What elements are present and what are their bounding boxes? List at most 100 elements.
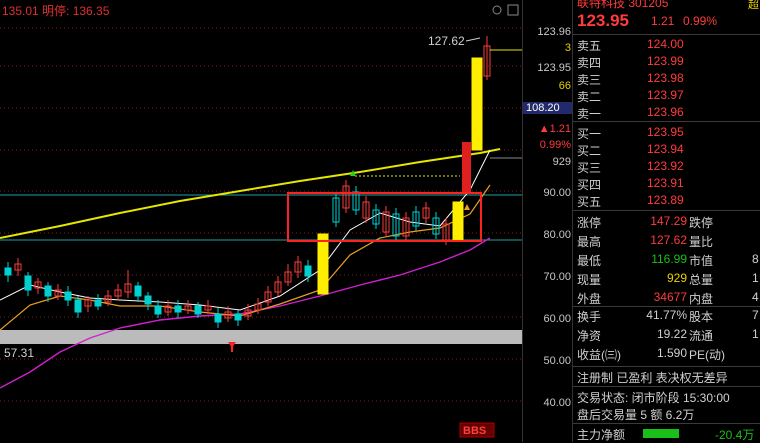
candle-body <box>74 299 82 313</box>
ask-price: 123.97 <box>647 88 684 102</box>
candle-body <box>154 305 162 315</box>
ask-row[interactable]: 卖三 123.98 <box>577 71 757 87</box>
bbs-badge: BBS <box>463 425 486 437</box>
bid-row[interactable]: 买五 123.89 <box>577 193 757 209</box>
limit-up-candle <box>471 57 483 151</box>
scale-chg: ▲1.21 <box>538 123 571 135</box>
bid-label: 买一 <box>577 127 602 141</box>
ask-price: 123.98 <box>647 71 684 85</box>
consolidation-box <box>287 192 482 242</box>
stat-value: 34677 <box>653 290 687 304</box>
scale-pct: 0.99% <box>539 139 571 151</box>
stat-row: 现量 929 总量 1 <box>577 271 760 289</box>
stat-label-2: 流通 <box>689 329 714 343</box>
candle-body <box>234 313 242 321</box>
ask-price: 123.96 <box>647 105 684 119</box>
top-info: 135.01 明停: 136.35 <box>2 4 110 18</box>
ask-price: 124.00 <box>647 37 684 51</box>
scale-tick-70: 70.00 <box>543 271 571 283</box>
bid-row[interactable]: 买三 123.92 <box>577 159 757 175</box>
scale-tick-90: 90.00 <box>543 187 571 199</box>
corner-label: 超 <box>748 0 759 11</box>
stat-value-2: 8 <box>752 252 759 266</box>
stat-row: 最高 127.62 量比 <box>577 233 760 251</box>
bid-label: 买二 <box>577 144 602 158</box>
scale-tick-80: 80.00 <box>543 229 571 241</box>
red-candle <box>462 142 471 194</box>
trade-status: 交易状态: 闭市阶段 15:30:00 <box>577 391 730 405</box>
stat-value-2: 1 <box>752 327 759 341</box>
stat-value: 116.99 <box>651 252 687 266</box>
scale-top-price: 123.96 <box>537 26 571 38</box>
bid-row[interactable]: 买一 123.95 <box>577 125 757 141</box>
ask-row[interactable]: 卖一 123.96 <box>577 105 757 121</box>
quote-panel: 联特科技 301205 超 123.95 1.21 0.99% 卖五 124.00… <box>572 0 760 442</box>
candle-body <box>134 285 142 297</box>
ask-label: 卖四 <box>577 56 602 70</box>
ask-label: 卖三 <box>577 73 602 87</box>
stat-row: 涨停 147.29 跌停 <box>577 214 760 232</box>
limit-up-candle <box>317 233 329 295</box>
price-scale: 123.96 3 123.95 66 108.20 ▲1.21 0.99% 92… <box>522 0 573 442</box>
bid-row[interactable]: 买四 123.91 <box>577 176 757 192</box>
stat-label-2: 量比 <box>689 235 714 249</box>
stat-value: 19.22 <box>656 327 687 341</box>
candle-body <box>24 275 32 291</box>
bid-price: 123.95 <box>647 125 684 139</box>
current-price: 123.95 <box>577 11 629 30</box>
ask-row[interactable]: 卖五 124.00 <box>577 37 757 53</box>
candle-body <box>144 295 152 305</box>
candle-body <box>194 305 202 315</box>
scale-123: 123.95 <box>537 62 571 74</box>
ask-row[interactable]: 卖二 123.97 <box>577 88 757 104</box>
stat-row: 最低 116.99 市值 8 <box>577 252 760 270</box>
bid-label: 买三 <box>577 161 602 175</box>
ask-row[interactable]: 卖四 123.99 <box>577 54 757 70</box>
stat-label-2: 市值 <box>689 254 714 268</box>
stat-label: 收益(㈢) <box>577 348 621 362</box>
scale-3: 3 <box>564 42 571 54</box>
candle-body <box>94 299 102 307</box>
candle-body <box>304 265 312 277</box>
stat-label-2: 总量 <box>689 273 714 287</box>
stat-value: 41.77% <box>646 308 687 322</box>
bid-row[interactable]: 买二 123.94 <box>577 142 757 158</box>
bid-label: 买五 <box>577 195 602 209</box>
bid-label: 买四 <box>577 178 602 192</box>
ask-label: 卖五 <box>577 39 602 53</box>
bid-price: 123.91 <box>647 176 684 190</box>
after-hours-volume: 盘后交易量 5 额 6.2万 <box>577 408 695 422</box>
stat-label-2: 内盘 <box>689 292 714 306</box>
stat-value: 929 <box>666 271 687 285</box>
ask-price: 123.99 <box>647 54 684 68</box>
candle-body <box>4 267 12 276</box>
stat-label-2: 跌停 <box>689 216 714 230</box>
stat-value-2: 7 <box>752 308 759 322</box>
stat-label: 净资 <box>577 329 602 343</box>
kline-chart[interactable]: 127.62 57.31 BBS 135.01 明停: 136.35 <box>0 0 522 442</box>
low-annotation: 57.31 <box>4 346 34 360</box>
high-annotation: 127.62 <box>428 34 465 48</box>
ask-label: 卖一 <box>577 107 602 121</box>
candle-body <box>214 313 222 323</box>
stat-value: 1.590 <box>656 346 687 360</box>
stat-label-2: 股本 <box>689 310 714 324</box>
annotation-arrow <box>465 37 481 42</box>
main-flow-label: 主力净额 <box>577 428 626 442</box>
stat-row: 换手 41.77% 股本 7 <box>577 308 760 326</box>
scale-tick-40: 40.00 <box>543 397 571 409</box>
kline-svg: 127.62 57.31 BBS <box>0 4 522 438</box>
scale-66: 66 <box>558 80 571 92</box>
stat-value: 147.29 <box>650 214 687 228</box>
main-flow-value: -20.4万 <box>715 428 755 442</box>
stat-label-2: PE(动) <box>689 348 726 362</box>
candle-body <box>174 305 182 313</box>
stock-title[interactable]: 联特科技 301205 <box>577 0 668 11</box>
support-band <box>0 330 522 344</box>
stat-value-2: 1 <box>752 271 759 285</box>
bid-price: 123.94 <box>647 142 684 156</box>
limit-up-candle <box>452 201 464 241</box>
candle-body <box>44 285 52 297</box>
stat-label: 涨停 <box>577 216 602 230</box>
stat-label: 最低 <box>577 254 602 268</box>
